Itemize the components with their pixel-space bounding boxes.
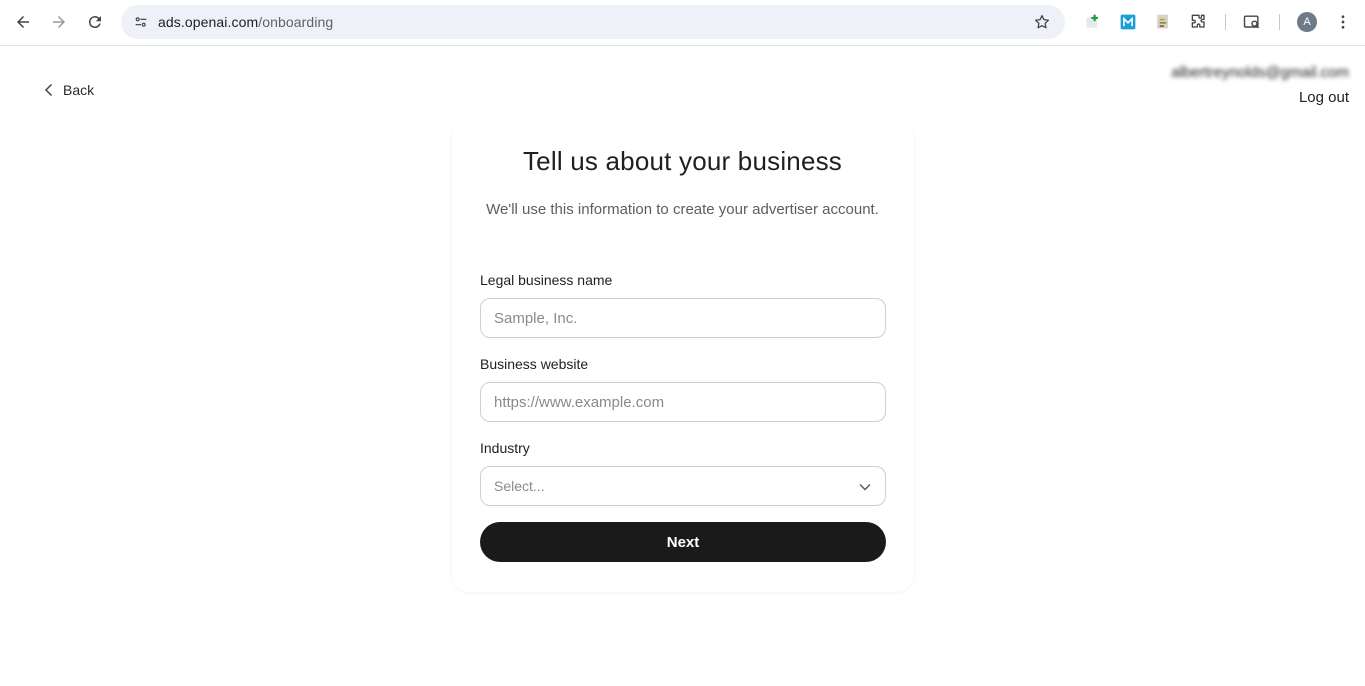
- page-subtitle: We'll use this information to create you…: [486, 201, 879, 218]
- page-title: Tell us about your business: [522, 146, 843, 176]
- account-menu: albertreynolds@gmail.com Log out: [1171, 64, 1349, 106]
- back-arrow-icon[interactable]: [9, 8, 37, 36]
- puzzle-icon[interactable]: [1188, 11, 1210, 33]
- plus-extension-icon[interactable]: [1082, 11, 1104, 33]
- industry-select[interactable]: Select...: [480, 466, 886, 506]
- reload-icon[interactable]: [81, 8, 109, 36]
- industry-label: Industry: [480, 440, 530, 456]
- url-host: ads.openai.com: [158, 14, 259, 30]
- url-path: /onboarding: [258, 14, 334, 30]
- url-text: ads.openai.com/onboarding: [158, 14, 333, 30]
- account-email: albertreynolds@gmail.com: [1171, 64, 1349, 81]
- toolbar-divider: [1225, 14, 1226, 30]
- profile-avatar[interactable]: A: [1297, 12, 1317, 32]
- chevron-left-icon: [44, 83, 53, 97]
- chevron-down-icon: [859, 484, 871, 491]
- tab-search-icon[interactable]: [1241, 11, 1263, 33]
- bookmark-star-icon[interactable]: [1031, 11, 1053, 33]
- browser-toolbar: ads.openai.com/onboarding A: [0, 0, 1365, 46]
- back-label: Back: [63, 82, 95, 98]
- website-input[interactable]: [480, 382, 886, 422]
- business-name-label: Legal business name: [480, 272, 613, 288]
- next-button[interactable]: Next: [480, 522, 886, 562]
- m-extension-icon[interactable]: [1117, 11, 1139, 33]
- site-info-icon[interactable]: [129, 10, 153, 34]
- forward-arrow-icon[interactable]: [45, 8, 73, 36]
- toolbar-divider: [1279, 14, 1280, 30]
- document-extension-icon[interactable]: [1152, 11, 1174, 33]
- website-label: Business website: [480, 356, 589, 372]
- address-bar[interactable]: ads.openai.com/onboarding: [121, 5, 1065, 39]
- industry-selected-value: Select...: [494, 478, 545, 494]
- business-name-input[interactable]: [480, 298, 886, 338]
- logout-link[interactable]: Log out: [1171, 89, 1349, 106]
- back-link[interactable]: Back: [43, 82, 94, 98]
- kebab-menu-icon[interactable]: [1332, 11, 1354, 33]
